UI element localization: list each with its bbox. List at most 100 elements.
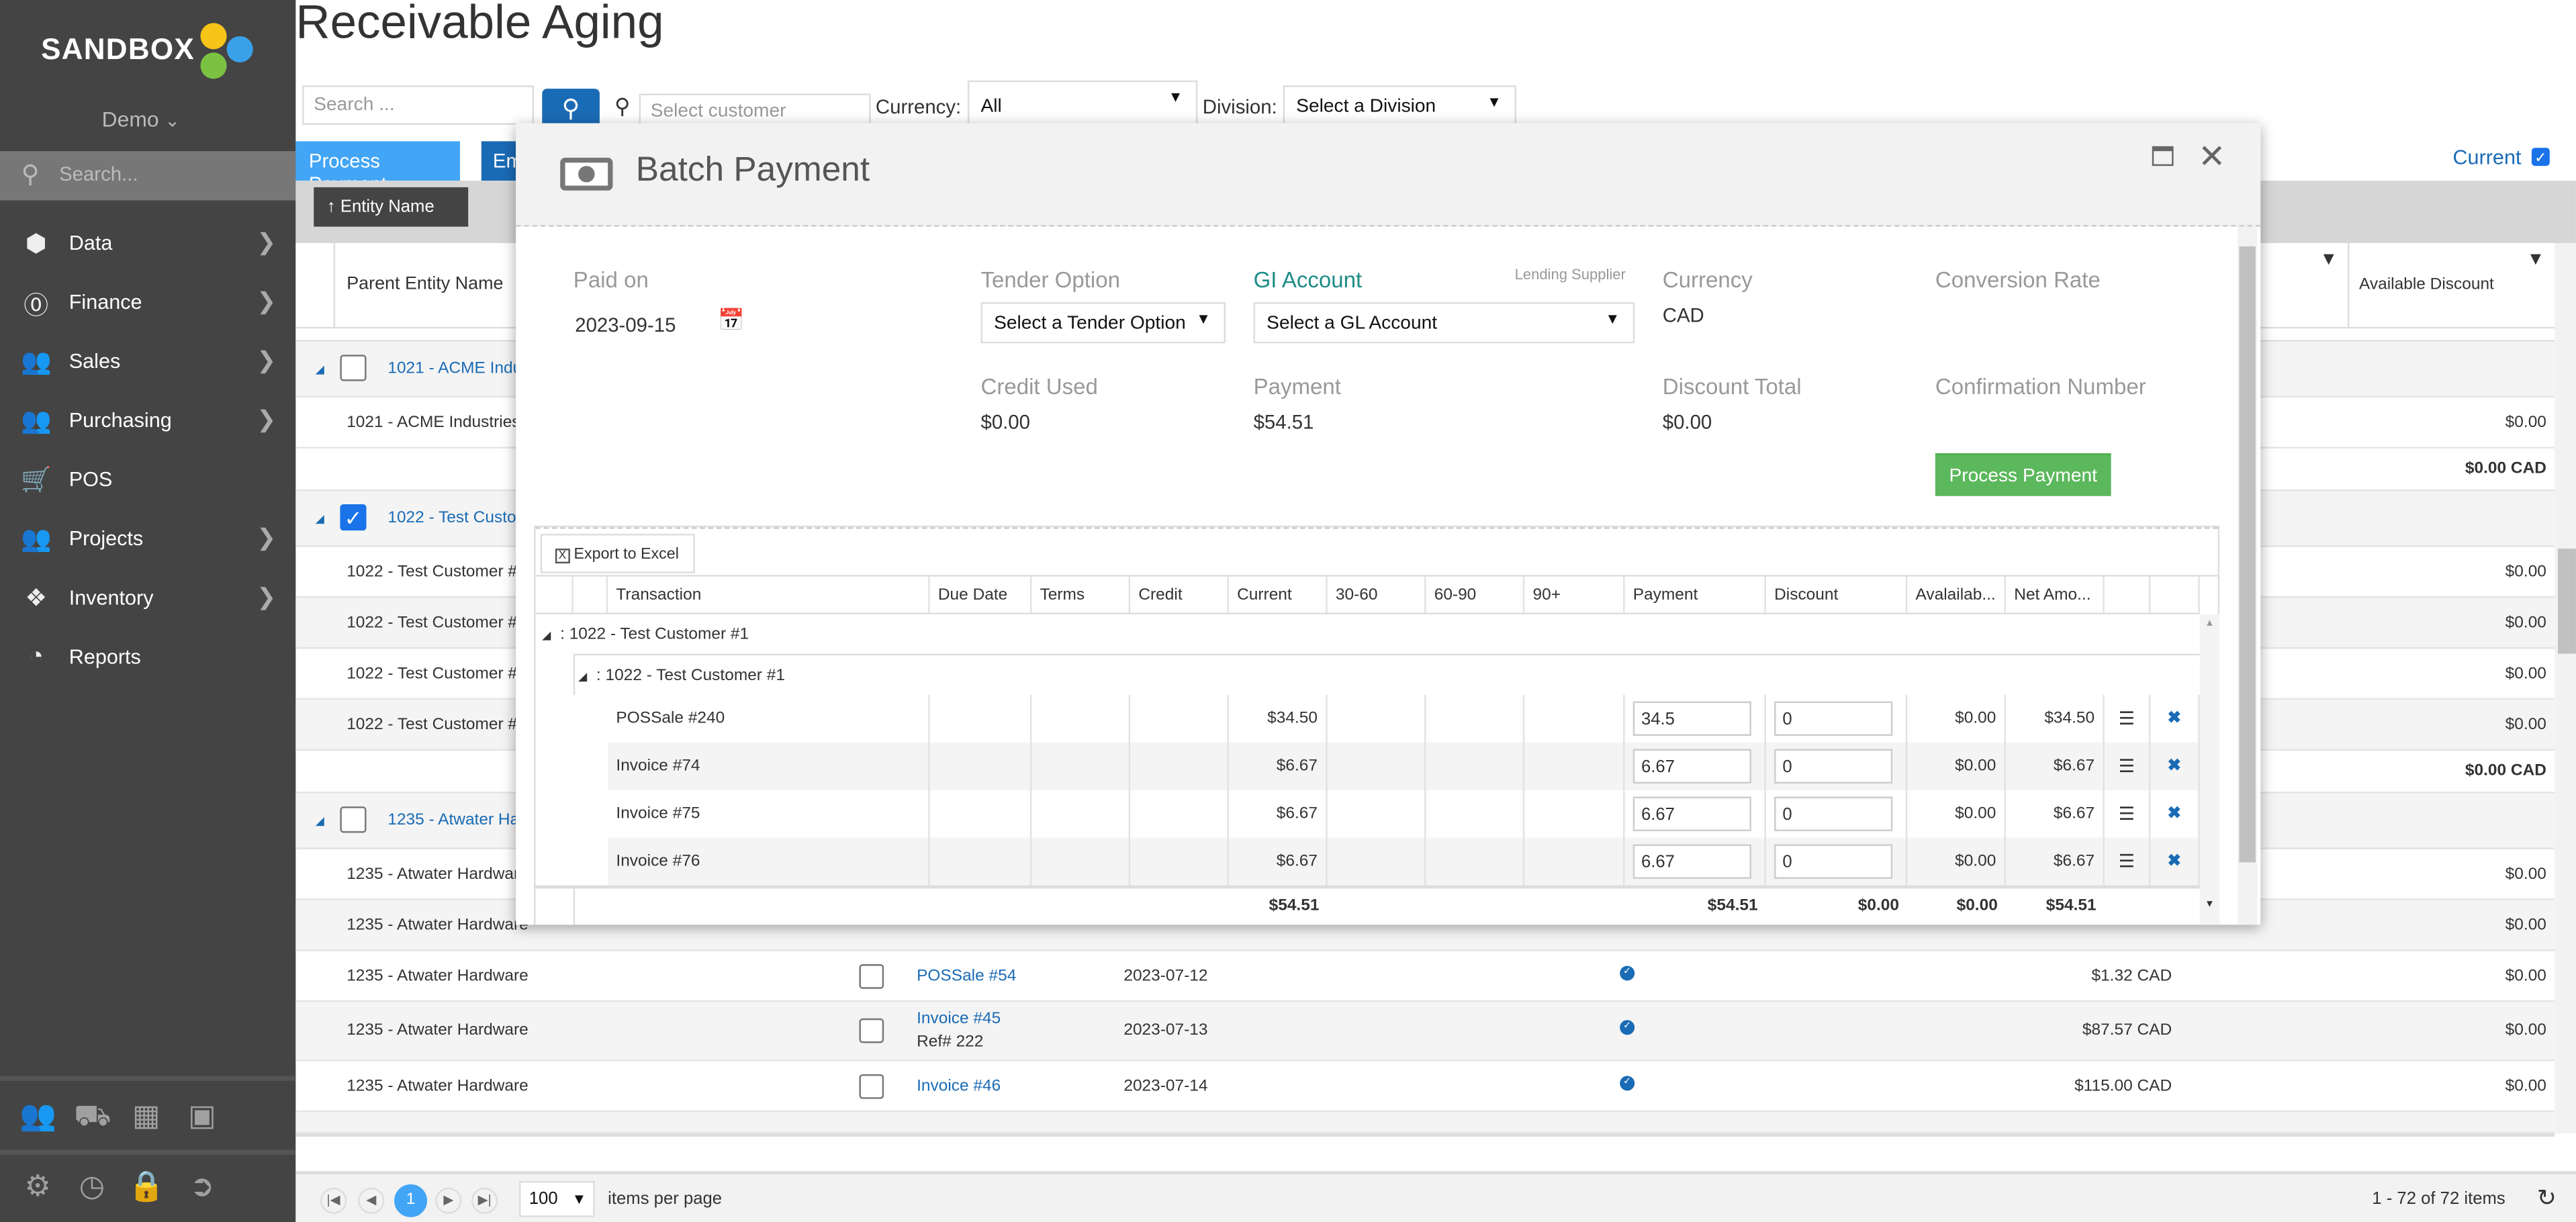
transaction-link[interactable]: POSSale #54 bbox=[917, 967, 1016, 985]
filter-icon[interactable]: ▼ bbox=[2319, 250, 2338, 269]
discount-input[interactable]: 0 bbox=[1774, 749, 1893, 784]
table-row[interactable]: 1235 - Atwater Hardware Invoice #45 Ref# 2… bbox=[295, 1002, 2555, 1062]
remove-icon[interactable]: ✖ bbox=[2168, 757, 2182, 775]
discount-input[interactable]: 0 bbox=[1774, 701, 1893, 736]
factory-icon[interactable]: ▦ bbox=[128, 1099, 165, 1135]
grid-column-header[interactable] bbox=[573, 576, 608, 613]
table-scrollbar[interactable] bbox=[2555, 243, 2576, 1134]
grid-column-header[interactable]: 60-90 bbox=[1426, 576, 1525, 613]
sidebar-item-sales[interactable]: 👥 Sales ❯ bbox=[0, 332, 295, 391]
grid-column-header[interactable] bbox=[2105, 576, 2151, 613]
grid-column-header[interactable]: Due Date bbox=[930, 576, 1032, 613]
group-row-level-1[interactable]: ◢ : 1022 - Test Customer #1 bbox=[542, 626, 749, 644]
grid-column-header[interactable] bbox=[2150, 576, 2200, 613]
transaction-link[interactable]: Invoice #46 bbox=[917, 1077, 1001, 1095]
group-checkbox[interactable] bbox=[340, 806, 367, 833]
grid-column-header[interactable]: Discount bbox=[1766, 576, 1908, 613]
column-header-available-discount[interactable]: Available Discount bbox=[2359, 276, 2494, 294]
payment-input[interactable]: 34.5 bbox=[1632, 701, 1751, 736]
payment-line-row[interactable]: Invoice #76 $6.67 6.67 0 $0.00 $6.67 ☰ ✖ bbox=[535, 837, 2200, 886]
list-icon[interactable]: ☰ bbox=[2119, 755, 2135, 777]
grid-scrollbar[interactable]: ▲ ▼ bbox=[2199, 614, 2220, 925]
collapse-icon[interactable]: ◢ bbox=[316, 814, 324, 828]
discount-input[interactable]: 0 bbox=[1774, 796, 1893, 831]
search-input[interactable]: Search ... bbox=[302, 85, 535, 125]
current-checkbox[interactable]: ✓ bbox=[2531, 148, 2550, 167]
lock-icon[interactable]: 🔒 bbox=[128, 1170, 165, 1206]
column-header-parent-entity[interactable]: Parent Entity Name bbox=[347, 275, 503, 294]
grid-column-header[interactable]: Terms bbox=[1031, 576, 1131, 613]
grid-column-header[interactable]: 30-60 bbox=[1328, 576, 1426, 613]
page-size-select[interactable]: 100 ▼ bbox=[519, 1180, 595, 1217]
clock-icon[interactable]: ◷ bbox=[74, 1170, 110, 1206]
sidebar-item-reports[interactable]: ◔ Reports bbox=[0, 628, 295, 687]
row-checkbox[interactable] bbox=[859, 1018, 884, 1043]
sidebar-search-input[interactable]: ⚲ Search... bbox=[0, 151, 296, 201]
grid-column-header[interactable]: Payment bbox=[1624, 576, 1766, 613]
collapse-icon[interactable]: ◢ bbox=[316, 363, 324, 376]
collapse-icon[interactable]: ◢ bbox=[316, 512, 324, 526]
row-checkbox[interactable] bbox=[859, 1073, 884, 1098]
sidebar-item-data[interactable]: ⬢ Data ❯ bbox=[0, 214, 295, 273]
sidebar-item-pos[interactable]: 🛒 POS bbox=[0, 450, 295, 509]
paid-on-date[interactable]: 2023-09-15 bbox=[575, 314, 676, 336]
maximize-icon[interactable] bbox=[2152, 146, 2174, 167]
users-icon[interactable]: 👥 bbox=[19, 1099, 56, 1135]
user-menu[interactable]: Demo ⌄ bbox=[102, 107, 180, 132]
prev-page-icon[interactable]: ◀ bbox=[358, 1187, 385, 1214]
refresh-icon[interactable]: ↻ bbox=[2537, 1184, 2557, 1213]
sign-out-icon[interactable]: ➲ bbox=[184, 1170, 220, 1206]
truck-icon[interactable]: ⛟ bbox=[74, 1099, 111, 1135]
currency-select[interactable]: All ▼ bbox=[967, 80, 1198, 128]
grid-column-header[interactable]: Transaction bbox=[608, 576, 930, 613]
last-page-icon[interactable]: ▶| bbox=[471, 1187, 498, 1214]
gl-account-select[interactable]: Select a GL Account ▼ bbox=[1253, 302, 1635, 344]
export-excel-button[interactable]: X Export to Excel bbox=[540, 534, 695, 573]
tender-option-select[interactable]: Select a Tender Option ▼ bbox=[980, 302, 1226, 344]
group-chip-entity-name[interactable]: ↑ Entity Name bbox=[314, 187, 469, 227]
group-checkbox[interactable]: ✓ bbox=[340, 504, 367, 531]
grid-column-header[interactable]: Current bbox=[1229, 576, 1328, 613]
grid-column-header[interactable]: 90+ bbox=[1524, 576, 1625, 613]
table-row[interactable]: 1235 - Atwater Hardware Invoice #46 2023-0… bbox=[295, 1061, 2555, 1113]
sidebar-item-projects[interactable]: 👥 Projects ❯ bbox=[0, 509, 295, 568]
division-select[interactable]: Select a Division ▼ bbox=[1283, 85, 1517, 128]
close-icon[interactable]: ✕ bbox=[2198, 136, 2225, 177]
group-checkbox[interactable] bbox=[340, 355, 367, 381]
payment-input[interactable]: 6.67 bbox=[1632, 844, 1751, 879]
remove-icon[interactable]: ✖ bbox=[2168, 853, 2182, 871]
gear-icon[interactable]: ⚙ bbox=[19, 1170, 56, 1206]
remove-icon[interactable]: ✖ bbox=[2168, 710, 2182, 728]
list-icon[interactable]: ☰ bbox=[2119, 803, 2135, 825]
first-page-icon[interactable]: |◀ bbox=[320, 1187, 347, 1214]
sidebar-item-purchasing[interactable]: 👥 Purchasing ❯ bbox=[0, 391, 295, 450]
page-1-button[interactable]: 1 bbox=[394, 1184, 428, 1217]
payment-line-row[interactable]: Invoice #75 $6.67 6.67 0 $0.00 $6.67 ☰ ✖ bbox=[535, 790, 2200, 838]
list-icon[interactable]: ☰ bbox=[2119, 708, 2135, 729]
sidebar-item-finance[interactable]: ⓪ Finance ❯ bbox=[0, 273, 295, 332]
grid-column-header[interactable]: Net Amo... bbox=[2006, 576, 2105, 613]
row-checkbox[interactable] bbox=[859, 963, 884, 988]
remove-icon[interactable]: ✖ bbox=[2168, 805, 2182, 823]
grid-column-header[interactable] bbox=[536, 576, 573, 613]
next-page-icon[interactable]: ▶ bbox=[435, 1187, 462, 1214]
table-row[interactable]: 1235 - Atwater Hardware POSSale #54 2023-0… bbox=[295, 951, 2555, 1002]
grid-column-header[interactable]: Credit bbox=[1130, 576, 1229, 613]
modal-scrollbar[interactable] bbox=[2237, 226, 2258, 925]
list-icon[interactable]: ☰ bbox=[2119, 851, 2135, 872]
scrollbar-thumb[interactable] bbox=[2558, 549, 2576, 654]
archive-icon[interactable]: ▣ bbox=[184, 1099, 220, 1135]
payment-line-row[interactable]: POSSale #240 $34.50 34.5 0 $0.00 $34.50 ☰ ✖ bbox=[535, 694, 2200, 743]
payment-input[interactable]: 6.67 bbox=[1632, 796, 1751, 831]
payment-input[interactable]: 6.67 bbox=[1632, 749, 1751, 784]
group-row-level-2[interactable]: ◢ : 1022 - Test Customer #1 bbox=[578, 667, 785, 685]
calendar-icon[interactable]: 📅 bbox=[718, 307, 745, 333]
payment-line-row[interactable]: Invoice #74 $6.67 6.67 0 $0.00 $6.67 ☰ ✖ bbox=[535, 742, 2200, 790]
filter-icon[interactable]: ▼ bbox=[2527, 250, 2545, 269]
modal-process-payment-button[interactable]: Process Payment bbox=[1935, 453, 2111, 496]
discount-input[interactable]: 0 bbox=[1774, 844, 1893, 879]
sidebar-item-inventory[interactable]: ❖ Inventory ❯ bbox=[0, 568, 295, 627]
grid-column-header[interactable]: Avalailab... bbox=[1907, 576, 2007, 613]
transaction-link[interactable]: Invoice #45 bbox=[917, 1010, 1001, 1029]
scrollbar-thumb[interactable] bbox=[2239, 246, 2256, 863]
